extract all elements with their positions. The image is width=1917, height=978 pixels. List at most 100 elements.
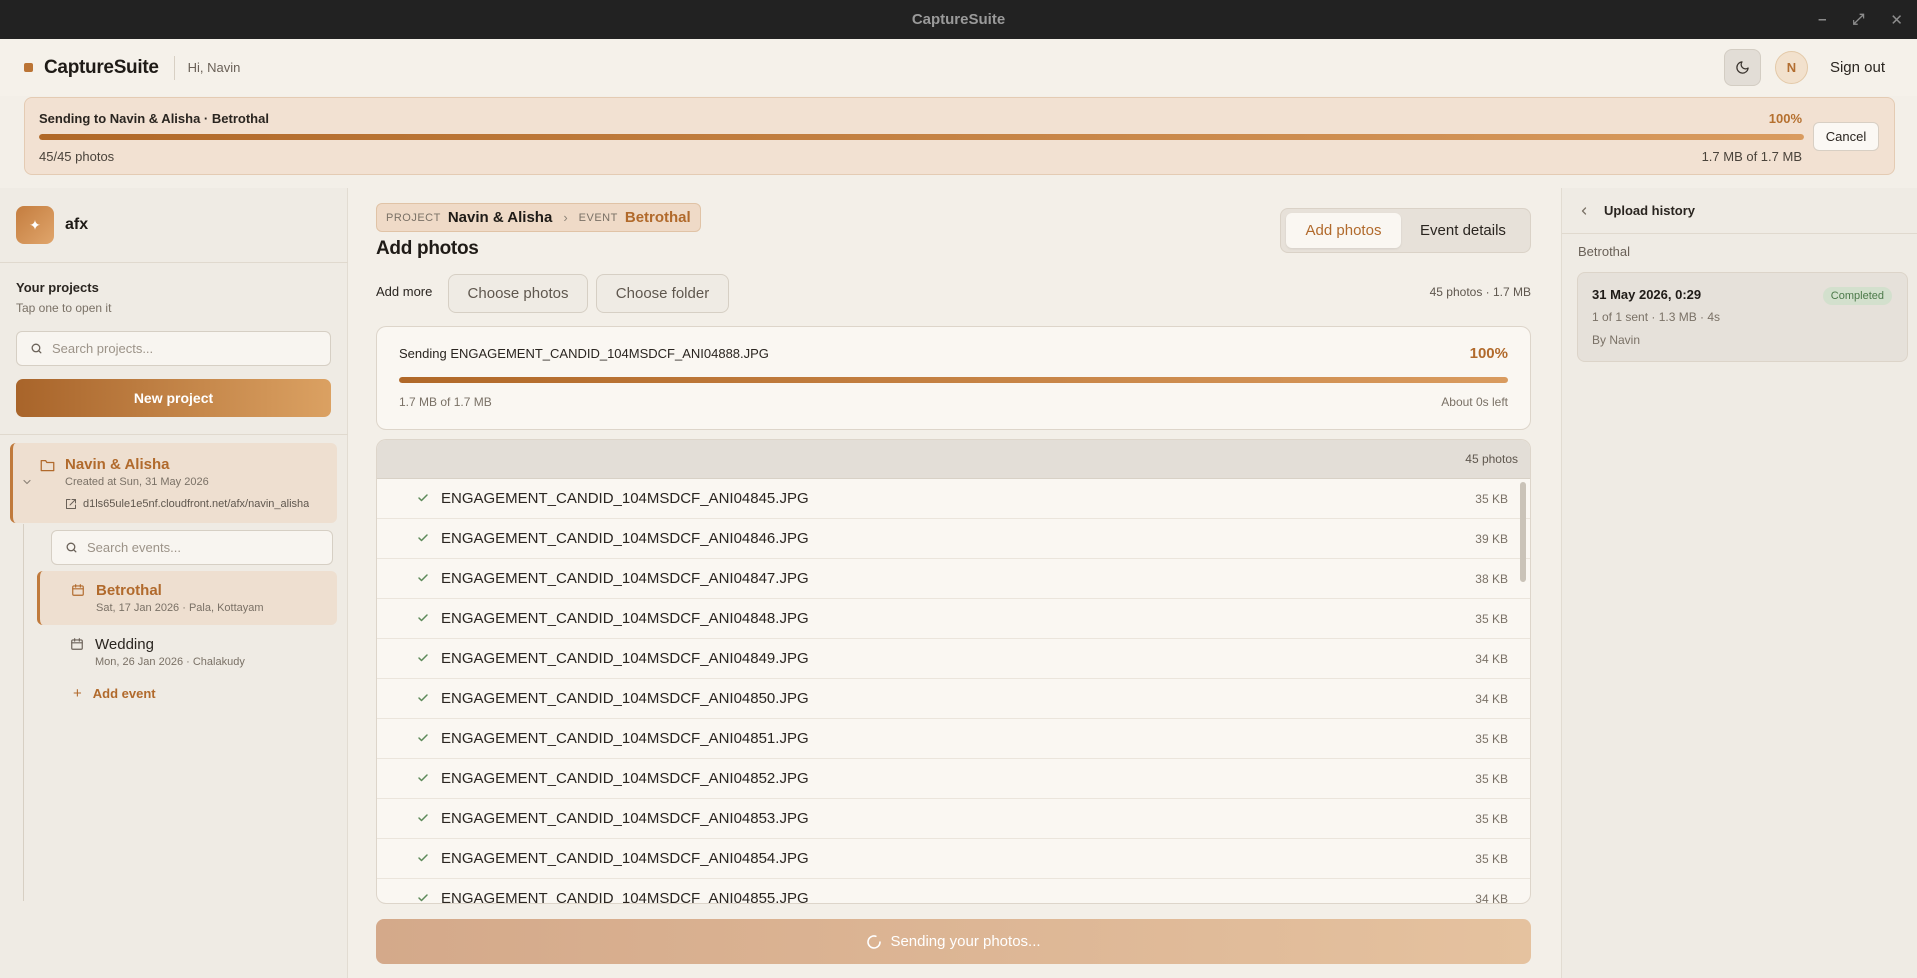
file-name: ENGAGEMENT_CANDID_104MSDCF_ANI04855.JPG xyxy=(441,890,809,904)
history-entry[interactable]: 31 May 2026, 0:29 Completed 1 of 1 sent … xyxy=(1577,272,1908,362)
table-row[interactable]: ENGAGEMENT_CANDID_104MSDCF_ANI04853.JPG 3… xyxy=(377,799,1530,839)
banner-size: 1.7 MB of 1.7 MB xyxy=(1701,149,1802,164)
project-name: Navin & Alisha xyxy=(65,456,170,473)
sidebar-divider xyxy=(0,434,348,435)
table-row[interactable]: ENGAGEMENT_CANDID_104MSDCF_ANI04845.JPG 3… xyxy=(377,479,1530,519)
event-item-wedding[interactable]: Wedding Mon, 26 Jan 2026 · Chalakudy xyxy=(37,625,337,679)
add-event-button[interactable]: + Add event xyxy=(73,685,156,702)
search-events-placeholder: Search events... xyxy=(87,540,181,555)
add-event-label: Add event xyxy=(92,686,156,701)
new-project-button[interactable]: New project xyxy=(16,379,331,417)
search-projects-input[interactable]: Search projects... xyxy=(16,331,331,366)
search-icon xyxy=(66,542,77,553)
plus-icon: + xyxy=(73,685,82,702)
file-name: ENGAGEMENT_CANDID_104MSDCF_ANI04853.JPG xyxy=(441,810,809,827)
project-created: Created at Sun, 31 May 2026 xyxy=(65,476,209,488)
table-row[interactable]: ENGAGEMENT_CANDID_104MSDCF_ANI04850.JPG 3… xyxy=(377,679,1530,719)
table-row[interactable]: ENGAGEMENT_CANDID_104MSDCF_ANI04855.JPG 3… xyxy=(377,879,1530,904)
check-icon xyxy=(418,854,428,862)
check-icon xyxy=(418,534,428,542)
sending-status-button: Sending your photos... xyxy=(376,919,1531,964)
banner-title: Sending to Navin & Alisha · Betrothal xyxy=(39,111,269,126)
upload-progress-banner: Sending to Navin & Alisha · Betrothal 10… xyxy=(24,97,1895,175)
tab-add-photos[interactable]: Add photos xyxy=(1286,213,1401,248)
table-row[interactable]: ENGAGEMENT_CANDID_104MSDCF_ANI04847.JPG 3… xyxy=(377,559,1530,599)
file-size: 35 KB xyxy=(1475,811,1508,826)
file-size: 39 KB xyxy=(1475,531,1508,546)
current-progress-bar xyxy=(399,377,1508,383)
cancel-button[interactable]: Cancel xyxy=(1813,122,1879,151)
brand-name: CaptureSuite xyxy=(44,56,159,78)
check-icon xyxy=(418,574,428,582)
upload-history-title: Upload history xyxy=(1604,203,1696,218)
greeting: Hi, Navin xyxy=(187,60,241,75)
avatar[interactable]: N xyxy=(1774,51,1808,84)
choose-photos-button[interactable]: Choose photos xyxy=(448,274,588,313)
theme-toggle-button[interactable] xyxy=(1723,49,1761,86)
window-title: CaptureSuite xyxy=(911,11,1006,28)
table-row[interactable]: ENGAGEMENT_CANDID_104MSDCF_ANI04848.JPG 3… xyxy=(377,599,1530,639)
tab-event-details[interactable]: Event details xyxy=(1401,213,1525,248)
file-list: 45 photos ENGAGEMENT_CANDID_104MSDCF_ANI… xyxy=(376,439,1531,904)
chevron-left-icon[interactable] xyxy=(1578,205,1590,217)
project-item-navin-alisha[interactable]: Navin & Alisha Created at Sun, 31 May 20… xyxy=(10,443,337,523)
app-header: CaptureSuite Hi, Navin N Sign out xyxy=(0,39,1917,96)
moon-icon xyxy=(1736,61,1749,74)
breadcrumb-project-label: PROJECT xyxy=(386,211,441,224)
current-file: Sending ENGAGEMENT_CANDID_104MSDCF_ANI04… xyxy=(399,346,769,361)
file-name: ENGAGEMENT_CANDID_104MSDCF_ANI04849.JPG xyxy=(441,650,809,667)
spinner-icon xyxy=(867,934,882,949)
page-title: Add photos xyxy=(376,238,479,259)
table-row[interactable]: ENGAGEMENT_CANDID_104MSDCF_ANI04851.JPG 3… xyxy=(377,719,1530,759)
breadcrumb: PROJECT Navin & Alisha › EVENT Betrothal xyxy=(376,203,701,232)
file-size: 35 KB xyxy=(1475,731,1508,746)
check-icon xyxy=(418,494,428,502)
banner-progress-fill xyxy=(39,134,1804,140)
breadcrumb-project[interactable]: Navin & Alisha xyxy=(448,209,552,226)
history-entry-date: 31 May 2026, 0:29 xyxy=(1592,287,1702,302)
folder-icon xyxy=(40,460,55,472)
check-icon xyxy=(418,654,428,662)
maximize-icon[interactable]: ⤢ xyxy=(1852,11,1864,28)
file-name: ENGAGEMENT_CANDID_104MSDCF_ANI04847.JPG xyxy=(441,570,809,587)
file-name: ENGAGEMENT_CANDID_104MSDCF_ANI04848.JPG xyxy=(441,610,809,627)
totals-summary: 45 photos · 1.7 MB xyxy=(1429,285,1531,299)
calendar-icon xyxy=(71,638,83,650)
history-entry-meta: 1 of 1 sent · 1.3 MB · 4s xyxy=(1592,310,1721,324)
file-size: 35 KB xyxy=(1475,771,1508,786)
file-list-header: 45 photos xyxy=(377,440,1530,479)
sign-out-link[interactable]: Sign out xyxy=(1830,59,1885,76)
choose-folder-button[interactable]: Choose folder xyxy=(596,274,729,313)
banner-photo-count: 45/45 photos xyxy=(39,149,115,164)
table-row[interactable]: ENGAGEMENT_CANDID_104MSDCF_ANI04846.JPG 3… xyxy=(377,519,1530,559)
file-list-scrollbar[interactable] xyxy=(1520,482,1526,582)
table-row[interactable]: ENGAGEMENT_CANDID_104MSDCF_ANI04852.JPG 3… xyxy=(377,759,1530,799)
project-link-text: d1ls65ule1e5nf.cloudfront.net/afx/navin_… xyxy=(83,498,310,510)
close-icon[interactable]: ✕ xyxy=(1890,11,1903,29)
minimize-icon[interactable]: – xyxy=(1818,11,1826,28)
current-size: 1.7 MB of 1.7 MB xyxy=(399,395,492,409)
event-name: Betrothal xyxy=(96,582,162,599)
brand-logo-icon xyxy=(24,63,33,72)
add-more-label: Add more xyxy=(376,284,433,299)
project-share-link[interactable]: d1ls65ule1e5nf.cloudfront.net/afx/navin_… xyxy=(65,498,335,510)
file-name: ENGAGEMENT_CANDID_104MSDCF_ANI04845.JPG xyxy=(441,490,809,507)
status-badge: Completed xyxy=(1822,287,1892,305)
history-entry-author: By Navin xyxy=(1592,333,1641,347)
file-name: ENGAGEMENT_CANDID_104MSDCF_ANI04851.JPG xyxy=(441,730,809,747)
table-row[interactable]: ENGAGEMENT_CANDID_104MSDCF_ANI04854.JPG 3… xyxy=(377,839,1530,879)
table-row[interactable]: ENGAGEMENT_CANDID_104MSDCF_ANI04849.JPG 3… xyxy=(377,639,1530,679)
event-name: Wedding xyxy=(95,636,154,653)
check-icon xyxy=(418,694,428,702)
file-size: 38 KB xyxy=(1475,571,1508,586)
event-item-betrothal[interactable]: Betrothal Sat, 17 Jan 2026 · Pala, Kotta… xyxy=(37,571,337,625)
file-list-body[interactable]: ENGAGEMENT_CANDID_104MSDCF_ANI04845.JPG 3… xyxy=(377,479,1530,904)
chevron-down-icon[interactable] xyxy=(21,476,33,488)
sidebar-divider xyxy=(0,262,348,263)
search-events-input[interactable]: Search events... xyxy=(51,530,333,565)
external-link-icon xyxy=(66,499,76,509)
check-icon xyxy=(418,614,428,622)
banner-progress-bar xyxy=(39,134,1804,140)
file-name: ENGAGEMENT_CANDID_104MSDCF_ANI04850.JPG xyxy=(441,690,809,707)
breadcrumb-event: Betrothal xyxy=(624,209,691,226)
